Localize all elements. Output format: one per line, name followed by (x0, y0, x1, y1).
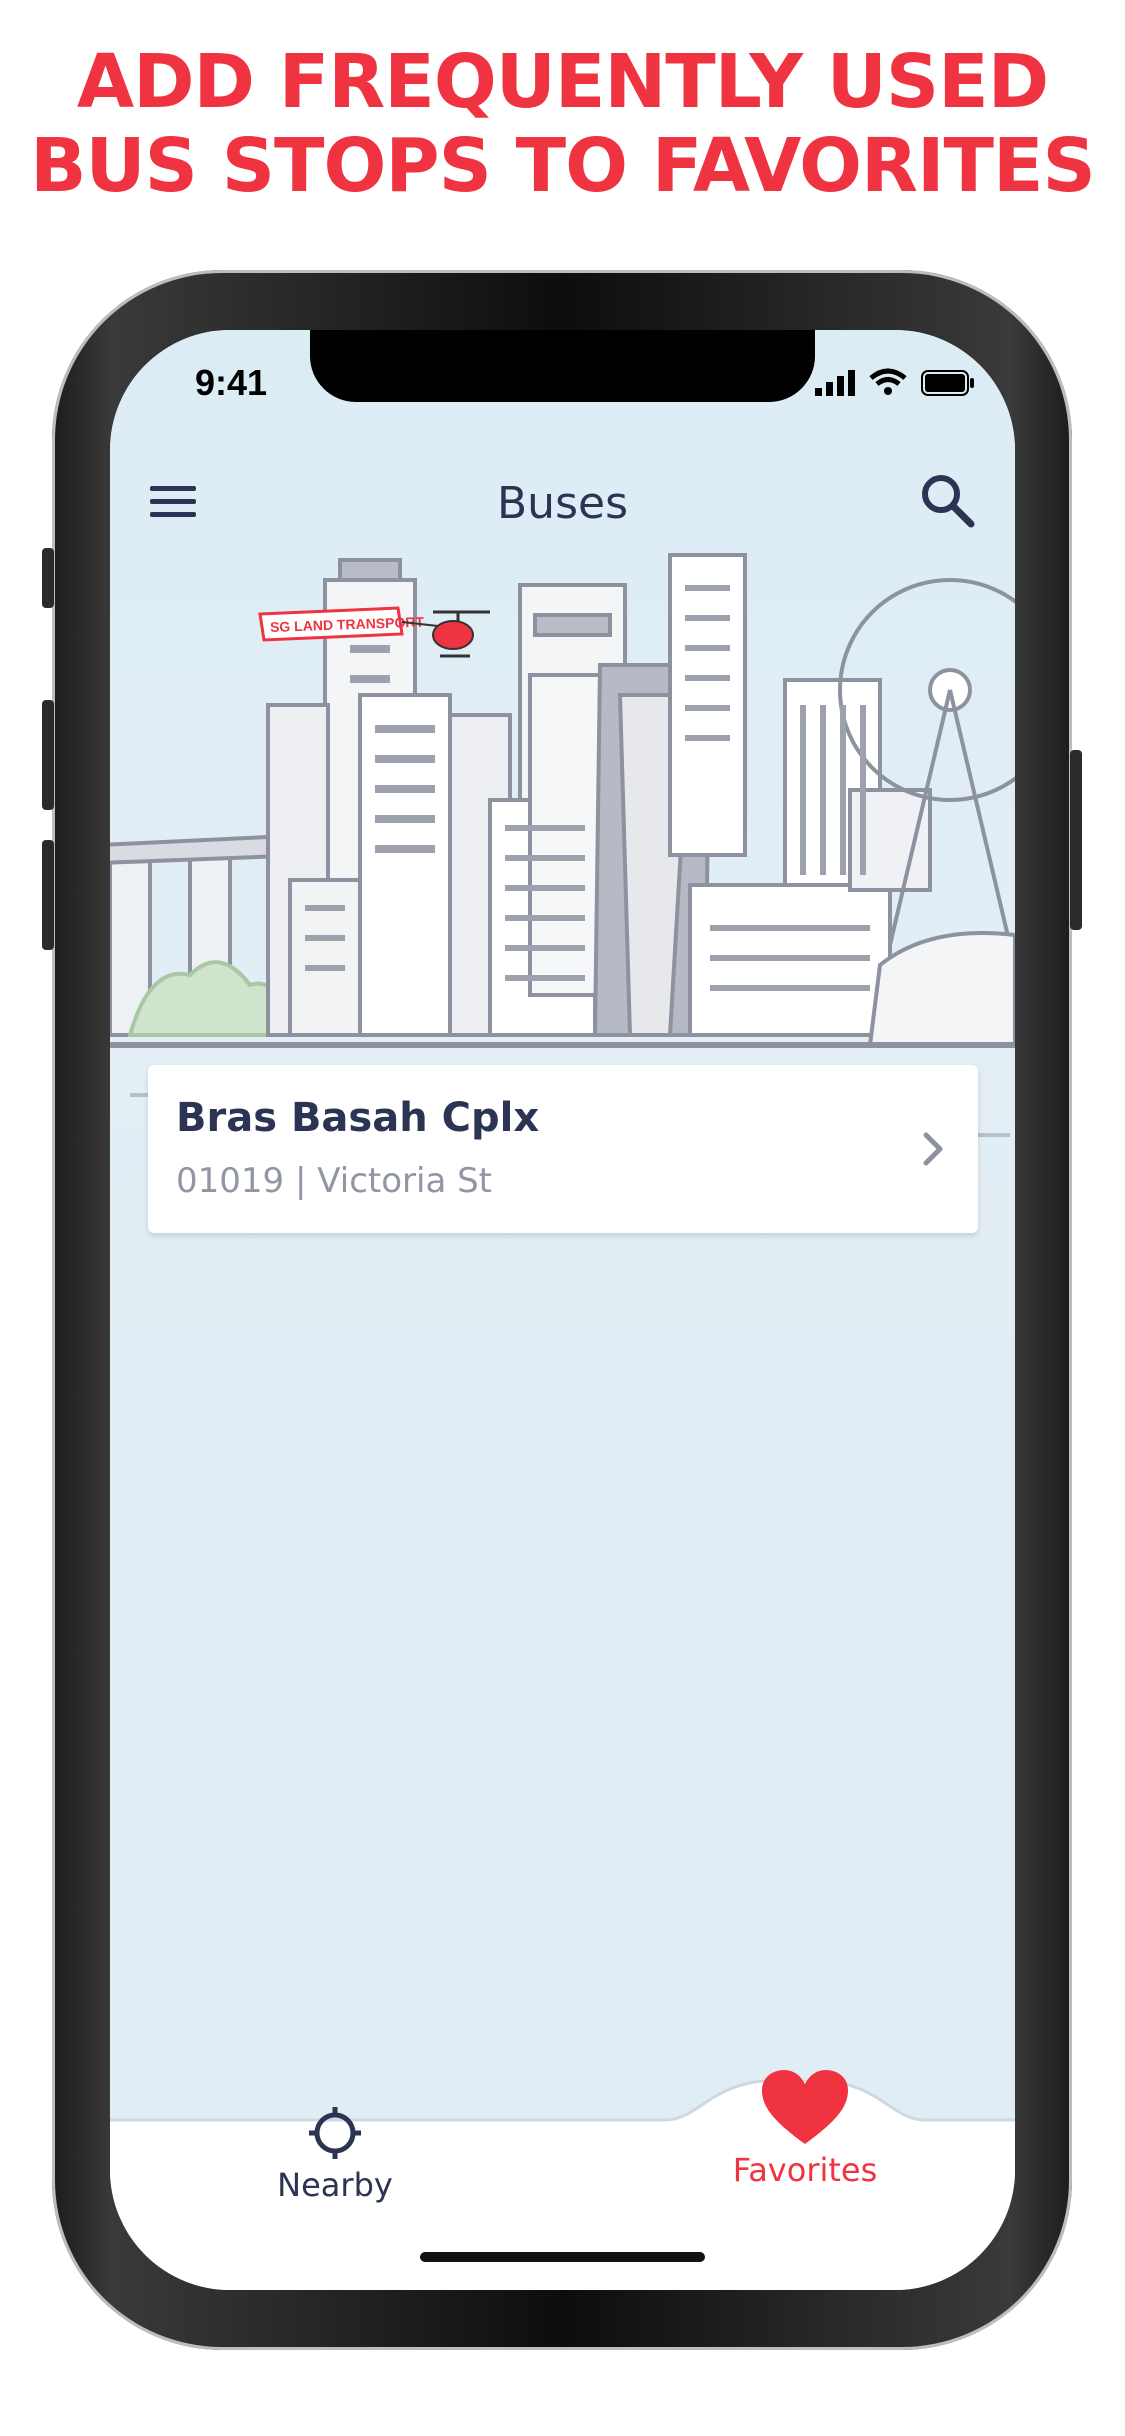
tab-nearby-label: Nearby (277, 2166, 393, 2204)
promo-headline: ADD FREQUENTLY USED BUS STOPS TO FAVORIT… (0, 40, 1125, 208)
power-button (1070, 750, 1082, 930)
crosshair-icon (309, 2107, 361, 2159)
cellular-signal-icon (815, 370, 855, 396)
headline-line-2: BUS STOPS TO FAVORITES (30, 123, 1096, 209)
tab-favorites-label: Favorites (732, 2151, 878, 2189)
stop-name: Bras Basah Cplx (176, 1095, 540, 1141)
home-indicator (420, 2252, 705, 2262)
city-skyline-illustration (110, 553, 1015, 1207)
chevron-right-icon (923, 1132, 943, 1166)
tab-nearby[interactable]: Nearby (255, 2105, 415, 2204)
headline-line-1: ADD FREQUENTLY USED (76, 39, 1049, 125)
volume-up-button (42, 700, 54, 810)
battery-icon (921, 370, 974, 396)
status-time: 9:41 (195, 362, 268, 403)
volume-down-button (42, 840, 54, 950)
stop-details: 01019 | Victoria St (176, 1161, 492, 1201)
device-notch (310, 330, 815, 402)
mute-switch (42, 548, 54, 608)
heart-icon (762, 2070, 848, 2144)
helicopter-banner-illustration: SG LAND TRANSPORT (258, 606, 490, 658)
status-icons (815, 368, 975, 396)
search-button[interactable] (919, 472, 975, 528)
wifi-icon (869, 368, 907, 395)
favorite-stop-card[interactable]: Bras Basah Cplx 01019 | Victoria St (148, 1065, 978, 1233)
phone-screen: SG LAND TRANSPORT 9:41 Buses Bras Basah … (110, 330, 1015, 2290)
tab-favorites[interactable]: Favorites (700, 2070, 910, 2189)
search-icon (922, 475, 975, 528)
page-title: Buses (497, 478, 628, 529)
